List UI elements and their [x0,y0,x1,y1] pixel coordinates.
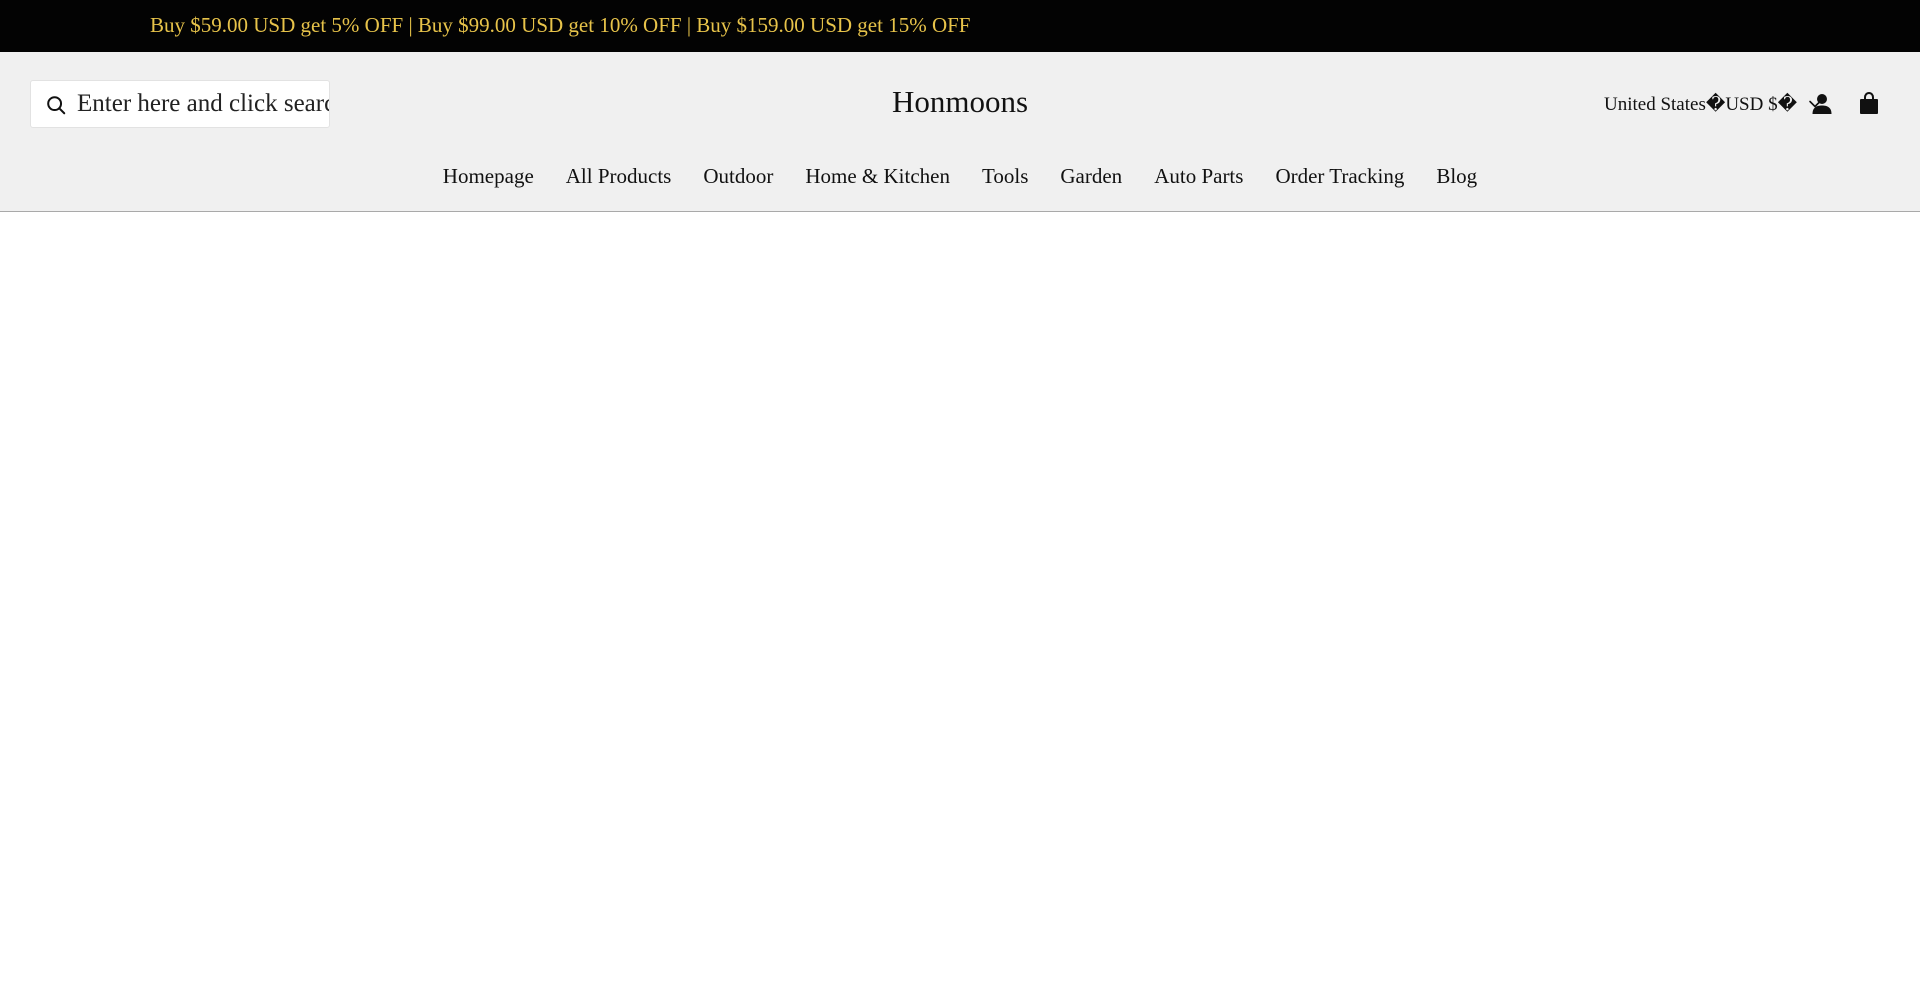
main-navigation: Homepage All Products Outdoor Home & Kit… [0,160,1920,192]
nav-item-home-kitchen[interactable]: Home & Kitchen [805,160,950,192]
nav-item-outdoor[interactable]: Outdoor [703,160,773,192]
site-logo[interactable]: Honmoons [892,84,1028,119]
locale-label: United States�USD $� [1604,93,1798,115]
search-icon[interactable] [45,94,67,116]
cart-icon[interactable] [1859,92,1879,115]
announcement-bar: Buy $59.00 USD get 5% OFF | Buy $99.00 U… [0,0,1920,52]
account-icon[interactable] [1811,93,1833,115]
nav-item-homepage[interactable]: Homepage [443,160,534,192]
nav-item-order-tracking[interactable]: Order Tracking [1275,160,1404,192]
promo-text: Buy $59.00 USD get 5% OFF | Buy $99.00 U… [150,13,971,37]
search-input[interactable] [77,81,329,127]
search-box[interactable] [30,80,330,128]
nav-item-auto-parts[interactable]: Auto Parts [1154,160,1243,192]
site-header: Honmoons United States�USD $� Homepage A… [0,52,1920,212]
nav-item-blog[interactable]: Blog [1436,160,1477,192]
nav-item-garden[interactable]: Garden [1060,160,1122,192]
nav-item-tools[interactable]: Tools [982,160,1028,192]
nav-item-all-products[interactable]: All Products [566,160,672,192]
country-currency-selector[interactable]: United States�USD $� [1604,90,1823,118]
